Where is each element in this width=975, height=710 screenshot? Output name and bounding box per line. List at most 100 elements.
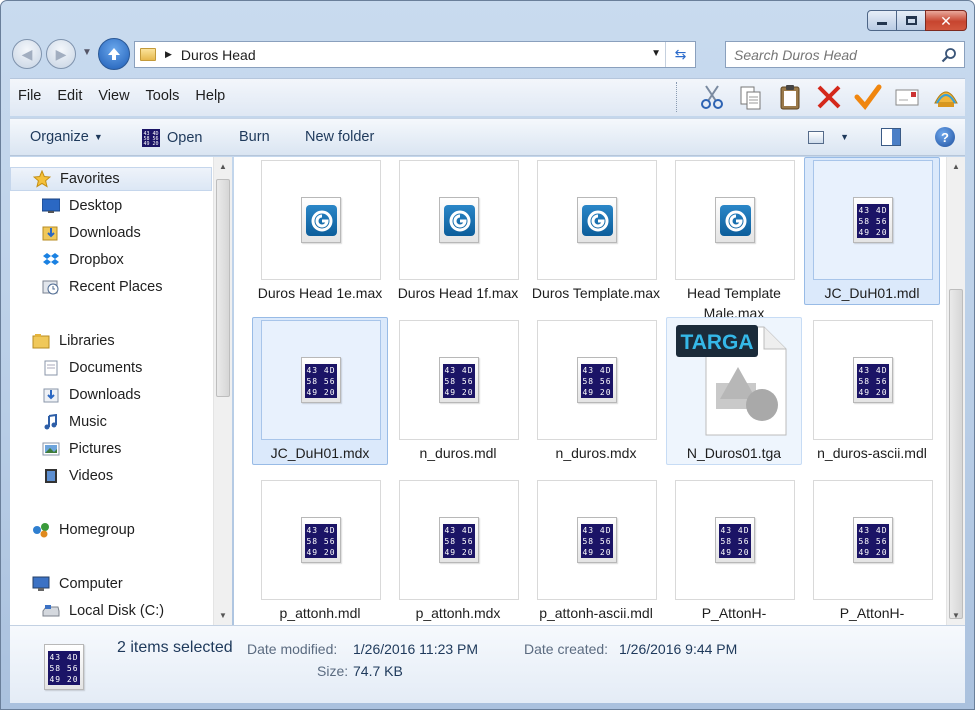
nav-libraries[interactable]: Libraries — [32, 329, 115, 353]
nav-music[interactable]: Music — [42, 410, 107, 434]
copy-icon[interactable] — [736, 81, 766, 113]
view-options-dropdown-icon[interactable]: ▼ — [840, 132, 849, 142]
scrollbar-thumb[interactable] — [216, 179, 230, 397]
file-item[interactable]: Duros Template.max — [528, 157, 664, 305]
paste-icon[interactable] — [775, 81, 805, 113]
refresh-icon: ⇆ — [674, 46, 687, 62]
scrollbar-thumb[interactable] — [949, 289, 963, 619]
file-item[interactable]: 43 4D 58 56 49 20 p_attonh.mdx — [390, 477, 526, 625]
close-button[interactable]: ✕ — [925, 10, 967, 31]
menu-bar: File Edit View Tools Help — [10, 78, 965, 116]
file-name: N_Duros01.tga — [686, 445, 782, 461]
navigation-pane: Favorites Desktop Downloads Dropbox Rece… — [10, 157, 232, 625]
date-created-label: Date created: — [524, 641, 609, 657]
file-item[interactable]: 43 4D 58 56 49 20 n_duros.mdx — [528, 317, 664, 465]
file-thumbnail: 43 4D 58 56 49 20 — [399, 320, 519, 440]
refresh-button[interactable]: ⇆ — [665, 42, 695, 67]
maximize-button[interactable] — [896, 10, 926, 31]
file-item[interactable]: 43 4D 58 56 49 20 JC_DuH01.mdl — [804, 157, 940, 305]
file-item[interactable]: Head Template Male.max — [666, 157, 802, 321]
file-item[interactable]: Duros Head 1e.max — [252, 157, 388, 305]
back-button[interactable]: ◀ — [12, 39, 42, 69]
file-name: Duros Head 1e.max — [257, 285, 383, 301]
preview-pane-icon[interactable] — [881, 128, 901, 146]
up-button[interactable] — [98, 38, 130, 70]
file-item[interactable]: 43 4D58 5649 20 P_AttonH-ascii_new-k2-bin… — [804, 477, 940, 625]
address-dropdown[interactable]: ▼ — [651, 48, 661, 59]
computer-icon — [32, 576, 50, 592]
menu-edit[interactable]: Edit — [49, 88, 90, 104]
search-box — [725, 41, 965, 68]
search-icon[interactable] — [941, 47, 957, 63]
breadcrumb-current[interactable]: Duros Head — [181, 47, 256, 63]
nav-downloads-label: Downloads — [69, 225, 141, 241]
burn-button[interactable]: Burn — [239, 129, 270, 145]
file-thumbnail: 43 4D 58 56 49 20 — [261, 320, 381, 440]
file-item[interactable]: 43 4D 58 56 49 20 JC_DuH01.mdx — [252, 317, 388, 465]
nav-desktop[interactable]: Desktop — [42, 194, 122, 218]
email-icon[interactable] — [892, 81, 922, 113]
scroll-up-icon[interactable]: ▲ — [952, 162, 960, 171]
recent-pages-dropdown[interactable]: ▼ — [82, 47, 92, 58]
hex-file-icon: 43 4D58 5649 20 — [715, 517, 755, 563]
breadcrumb-chevron-icon[interactable]: ▶ — [165, 49, 172, 60]
pictures-icon — [42, 441, 60, 457]
menu-view[interactable]: View — [90, 88, 137, 104]
minimize-button[interactable] — [867, 10, 897, 31]
file-item[interactable]: Duros Head 1f.max — [390, 157, 526, 305]
search-input[interactable] — [726, 45, 931, 64]
details-pane: 43 4D 58 56 49 20 2 items selected Date mo… — [10, 625, 965, 703]
file-item[interactable]: 43 4D58 5649 20 P_AttonH-ascii_new.mdl — [666, 477, 802, 625]
new-folder-button[interactable]: New folder — [305, 129, 374, 145]
nav-favorites[interactable]: Favorites — [10, 167, 212, 191]
menu-file[interactable]: File — [10, 88, 49, 104]
shell-icon[interactable] — [931, 81, 961, 113]
file-name: p_attonh-ascii.mdl — [539, 605, 653, 621]
nav-recent-places[interactable]: Recent Places — [42, 275, 163, 299]
file-name: JC_DuH01.mdl — [824, 285, 920, 301]
file-list-scrollbar[interactable]: ▲ ▼ — [946, 157, 965, 625]
scroll-down-icon[interactable]: ▼ — [219, 611, 227, 620]
nav-computer[interactable]: Computer — [32, 572, 123, 596]
delete-icon[interactable] — [814, 81, 844, 113]
cut-icon[interactable] — [697, 81, 727, 113]
nav-lib-downloads[interactable]: Downloads — [42, 383, 141, 407]
nav-documents-label: Documents — [69, 360, 143, 376]
address-bar[interactable]: ▶ Duros Head ▼ ⇆ — [134, 41, 696, 68]
file-item[interactable]: 43 4D 58 56 49 20 p_attonh-ascii.mdl — [528, 477, 664, 625]
file-name: Duros Head 1f.max — [397, 285, 519, 301]
forward-button[interactable]: ▶ — [46, 39, 76, 69]
date-created-value: 1/26/2016 9:44 PM — [619, 641, 738, 657]
confirm-check-icon[interactable] — [853, 81, 883, 113]
help-icon[interactable]: ? — [935, 127, 955, 147]
nav-local-disk[interactable]: Local Disk (C:) — [42, 599, 164, 623]
nav-pictures[interactable]: Pictures — [42, 437, 121, 461]
file-item[interactable]: 43 4D 58 56 49 20 p_attonh.mdl — [252, 477, 388, 625]
scroll-down-icon[interactable]: ▼ — [952, 611, 960, 620]
size-label: Size: — [317, 663, 349, 679]
change-view-icon[interactable] — [808, 130, 825, 144]
nav-homegroup[interactable]: Homegroup — [32, 518, 135, 542]
file-item[interactable]: TARGA N_Duros01.tga — [666, 317, 802, 465]
star-icon — [33, 170, 51, 188]
toolbar-icons — [676, 81, 961, 113]
scroll-up-icon[interactable]: ▲ — [219, 162, 227, 171]
nav-downloads[interactable]: Downloads — [42, 221, 141, 245]
nav-documents[interactable]: Documents — [42, 356, 142, 380]
menu-tools[interactable]: Tools — [138, 88, 188, 104]
command-bar: Organize ▼ 43 4D 58 56 49 20 Open Burn New … — [10, 118, 965, 156]
file-item[interactable]: 43 4D 58 56 49 20 n_duros.mdl — [390, 317, 526, 465]
hex-file-icon: 43 4D58 5649 20 — [439, 357, 479, 403]
file-name: n_duros.mdx — [555, 445, 637, 461]
nav-videos[interactable]: Videos — [42, 464, 113, 488]
navigation-scrollbar[interactable]: ▲ ▼ — [213, 157, 232, 625]
minimize-icon — [877, 22, 887, 25]
menu-help[interactable]: Help — [187, 88, 233, 104]
targa-icon: TARGA — [676, 325, 787, 436]
chevron-down-icon: ▼ — [93, 132, 103, 142]
nav-dropbox[interactable]: Dropbox — [42, 248, 124, 272]
3dsmax-icon — [439, 197, 479, 243]
organize-button[interactable]: Organize ▼ — [30, 129, 103, 145]
open-button[interactable]: 43 4D 58 56 49 20 Open — [142, 129, 202, 147]
file-item[interactable]: 43 4D 58 56 49 20 n_duros-ascii.mdl — [804, 317, 940, 465]
